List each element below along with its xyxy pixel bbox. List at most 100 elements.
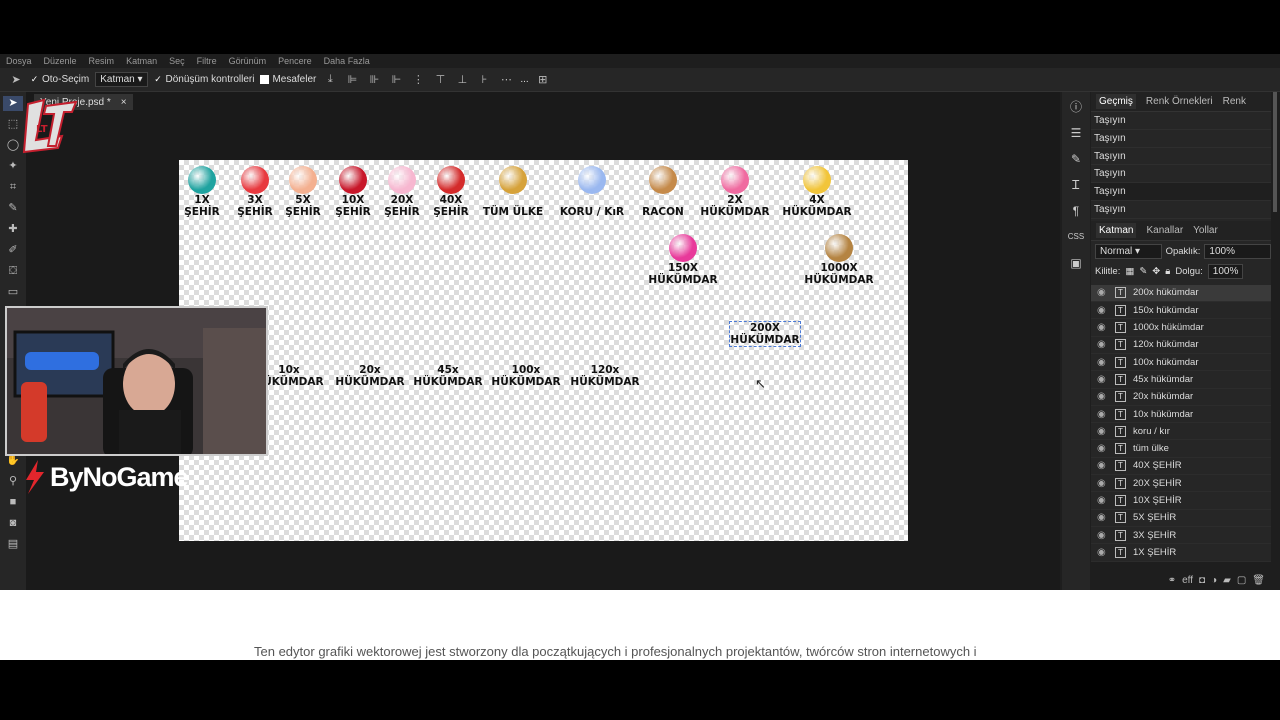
lock-paint-icon[interactable]: ✎ [1139,266,1147,277]
mask-icon[interactable]: ◘ [1199,575,1205,586]
align-bottom-icon[interactable]: ⊦ [476,73,492,86]
gift-item[interactable]: 2X HÜKÜMDAR [697,166,773,218]
adjustment-icon[interactable]: ◑ [1211,575,1217,586]
trash-icon[interactable]: 🗑︎ [1252,575,1265,586]
fill-input[interactable]: 100% [1207,264,1244,280]
gift-item[interactable]: 20x HÜKÜMDAR [332,364,408,388]
link-layers-icon[interactable]: ⚭ [1168,575,1176,586]
layer-row[interactable]: ◉ Tkoru / kır [1091,423,1271,441]
brush-settings-icon[interactable]: ✎ [1071,150,1081,168]
layer-row[interactable]: ◉ T 100x hükümdar [1091,354,1271,372]
gift-item[interactable]: 100x HÜKÜMDAR [488,364,564,388]
grid-icon[interactable]: ⊞ [535,73,551,86]
eye-icon[interactable]: ◉ [1097,409,1108,420]
gift-item[interactable]: 45x HÜKÜMDAR [410,364,486,388]
align-center-icon[interactable]: ⊪ [366,73,382,86]
layer-row[interactable]: ◉ T 20x hükümdar [1091,389,1271,406]
layer-row[interactable]: ◉ T 20X ŞEHİR [1091,475,1271,493]
menu-layer[interactable]: Katman [126,56,157,66]
history-item[interactable]: Taşıyın [1091,112,1271,130]
image-icon[interactable]: ▣ [1070,254,1081,272]
new-layer-icon[interactable]: ▢ [1237,575,1246,586]
magic-wand-tool-icon[interactable]: ✦ [3,159,23,174]
menu-image[interactable]: Resim [89,56,115,66]
gift-item[interactable]: KORU / KıR [549,166,635,218]
gift-item[interactable]: 120x HÜKÜMDAR [567,364,643,388]
layer-row[interactable]: ◉ T 10x hükümdar [1091,406,1271,424]
scrollbar-thumb[interactable] [1273,92,1277,212]
close-tab-icon[interactable]: × [121,97,127,108]
eye-icon[interactable]: ◉ [1097,391,1108,402]
history-item[interactable]: Taşıyın [1091,165,1271,184]
history-item[interactable]: Taşıyın [1091,148,1271,166]
tab-history[interactable]: Geçmiş [1096,94,1136,109]
effects-icon[interactable]: eff [1182,575,1193,586]
layer-row[interactable]: ◉ T 10X ŞEHİR [1091,492,1271,510]
layer-row[interactable]: ◉ T 3X ŞEHİR [1091,527,1271,545]
eye-icon[interactable]: ◉ [1097,530,1108,541]
eye-icon[interactable]: ◉ [1097,374,1108,385]
eye-icon[interactable]: ◉ [1097,443,1108,454]
layer-row[interactable]: ◉ T 45x hükümdar [1091,371,1271,389]
menu-edit[interactable]: Düzenle [44,56,77,66]
menu-view[interactable]: Görünüm [229,56,267,66]
layer-row[interactable]: ◉ T 200x hükümdar [1091,284,1271,303]
layer-row[interactable]: ◉ Ttüm ülke [1091,440,1271,458]
layer-row[interactable]: ◉ T 120x hükümdar [1091,337,1271,354]
auto-select-target-dropdown[interactable]: Katman ▾ [95,72,148,87]
eye-icon[interactable]: ◉ [1097,478,1108,489]
gift-item[interactable]: TÜM ÜLKE [473,166,553,218]
eraser-tool-icon[interactable]: ▭ [3,285,23,300]
quick-mask-icon[interactable]: ◙ [3,516,23,531]
color-swatches-icon[interactable]: ■ [3,495,23,510]
lock-transparency-icon[interactable]: ▦ [1125,266,1134,277]
lasso-tool-icon[interactable]: ◯ [3,138,23,153]
menu-window[interactable]: Pencere [278,56,312,66]
align-left-icon[interactable]: ⊫ [344,73,360,86]
menu-more[interactable]: Daha Fazla [324,56,370,66]
menu-filter[interactable]: Filtre [197,56,217,66]
right-scrollbar[interactable] [1271,92,1280,590]
tab-color[interactable]: Renk [1223,96,1246,107]
document-canvas[interactable]: 1X ŞEHİR 3X ŞEHİR 5X ŞEHİR 10X ŞEHİR 20X… [179,160,908,541]
auto-select-checkbox[interactable]: ✓ Oto-Seçim [30,74,90,85]
zoom-tool-icon[interactable]: ⚲ [3,474,23,489]
distribute-horizontal-icon[interactable]: ⋯ [498,73,514,86]
healing-tool-icon[interactable]: ✚ [3,222,23,237]
properties-icon[interactable]: ☰ [1071,124,1082,142]
menu-file[interactable]: Dosya [6,56,32,66]
history-item[interactable]: Taşıyın [1091,201,1271,219]
gift-item[interactable]: 4X HÜKÜMDAR [779,166,855,218]
eye-icon[interactable]: ◉ [1097,322,1108,333]
align-top-icon[interactable]: ⊤ [432,73,448,86]
marquee-tool-icon[interactable]: ⬚ [3,117,23,132]
eye-icon[interactable]: ◉ [1097,512,1108,523]
lock-all-icon[interactable]: 🔒︎ [1165,266,1170,277]
folder-icon[interactable]: ▰ [1223,575,1231,586]
layer-row[interactable]: ◉ T 150x hükümdar [1091,302,1271,320]
lock-move-icon[interactable]: ✥ [1152,266,1160,277]
eye-icon[interactable]: ◉ [1097,460,1108,471]
align-right-icon[interactable]: ⊩ [388,73,404,86]
align-middle-icon[interactable]: ⊥ [454,73,470,86]
paragraph-icon[interactable]: ¶ [1073,202,1079,220]
move-tool-icon[interactable]: ➤ [3,96,23,111]
eye-icon[interactable]: ◉ [1097,287,1108,298]
transform-controls-checkbox[interactable]: ✓ Dönüşüm kontrolleri [154,74,254,85]
gift-item[interactable]: 1000X HÜKÜMDAR [801,234,877,286]
tab-paths[interactable]: Yollar [1193,225,1218,236]
css-icon[interactable]: CSS [1068,228,1084,246]
tab-channels[interactable]: Kanallar [1146,225,1183,236]
brush-tool-icon[interactable]: ✐ [3,243,23,258]
eye-icon[interactable]: ◉ [1097,495,1108,506]
eye-icon[interactable]: ◉ [1097,426,1108,437]
eye-icon[interactable]: ◉ [1097,547,1108,558]
layer-row[interactable]: ◉ T 5X ŞEHİR [1091,510,1271,527]
layer-row[interactable]: ◉ T 1000x hükümdar [1091,319,1271,337]
eye-icon[interactable]: ◉ [1097,305,1108,316]
menu-select[interactable]: Seç [169,56,185,66]
more-options-button[interactable]: ... [520,74,528,85]
gift-item[interactable]: RACON [625,166,701,218]
download-icon[interactable]: ⤓ [322,73,338,86]
distribute-icon[interactable]: ⋮ [410,73,426,86]
